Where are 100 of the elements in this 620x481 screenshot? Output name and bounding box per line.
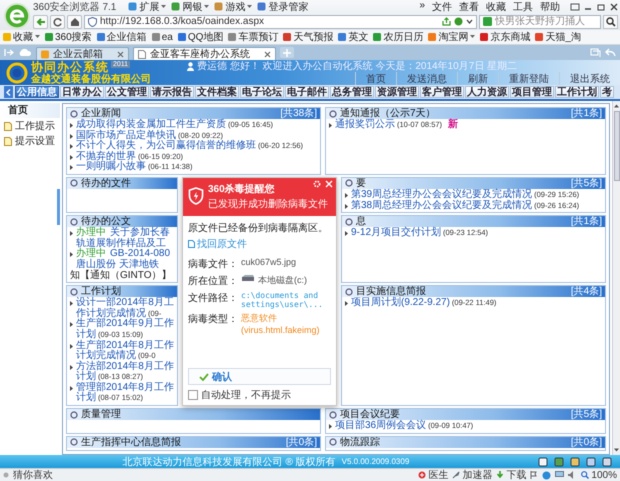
section-icon [329,438,337,446]
section-icon [329,110,337,118]
sidebar-item[interactable]: 提示设置 [0,133,60,148]
home-icon [70,16,80,26]
section-icon [345,288,353,296]
sidebar-toggle-icon[interactable] [4,48,14,57]
nav-tab[interactable]: 电子邮件 [285,86,329,98]
bullet-icon [329,123,332,128]
bookmark-link[interactable]: 京东商城 [480,30,530,44]
status-link[interactable]: 猜你喜欢 [13,468,53,481]
item-count: [共38条] [280,108,317,119]
refresh-button[interactable] [50,14,65,28]
search-button[interactable] [603,14,618,28]
close-icon[interactable] [264,50,271,58]
close-icon[interactable] [117,50,124,58]
bookmark-link[interactable]: 天猫_淘 [535,30,581,44]
nav-tab[interactable]: 考 [600,86,614,98]
maximize-icon[interactable] [595,2,607,12]
scroll-up-icon[interactable] [613,103,620,109]
toolbar-button[interactable]: 游戏 [214,0,252,14]
menu-item[interactable]: 收藏 [486,0,506,14]
nav-tab[interactable]: 电子论坛 [240,86,284,98]
section-icon [70,218,78,226]
checkbox[interactable] [188,390,198,400]
section-icon [329,410,337,419]
nav-tab[interactable]: 公用信息 [15,86,59,98]
search-engine-icon [483,17,492,26]
item-link[interactable]: 办理中 关于参加长春轨道展制作样品及工 [76,228,174,250]
company-name: 金越交通装备股份有限公司 [31,74,151,84]
site-icon [96,33,105,41]
address-field[interactable]: http://192.168.0.3/koa5/oaindex.aspx [100,16,439,28]
bookmark-link[interactable]: 收藏 [3,30,40,44]
item-count: [共5条] [570,409,602,420]
site-icon [228,33,236,41]
bullet-icon [70,123,73,128]
tool-icon [214,2,224,11]
nav-tab[interactable]: 人力资源 [465,86,509,98]
bookmark-link[interactable]: 车票预订 [228,30,278,44]
status-button[interactable]: 加速器 [452,468,492,481]
search-field[interactable]: 快男张天野持刀捅人 [495,16,595,28]
scrollbar[interactable] [612,101,620,455]
bullet-icon [70,301,73,306]
tool-icon [257,2,266,11]
browser-tab[interactable]: 金亚客车座椅办公系统 [133,47,276,60]
back-button[interactable] [33,14,48,28]
bookmark-link[interactable]: 360搜索 [45,30,92,44]
checkbox-label: 自动处理，不再提示 [201,388,291,402]
zoom-button[interactable]: 100% [581,470,617,480]
menu-item[interactable]: 帮助 [540,0,560,14]
bookmark-link[interactable]: 农历日历 [373,30,424,44]
checkmark-icon [199,372,209,381]
scroll-left-button[interactable] [4,86,13,98]
close-icon[interactable] [608,2,620,12]
status-button[interactable]: 下载 [496,468,526,481]
search-bar[interactable]: 快男张天野持刀捅人 [479,14,601,28]
confirm-button[interactable]: 确认 [188,368,331,386]
share-icon[interactable] [442,17,451,26]
home-button[interactable] [67,14,82,28]
nav-tab[interactable]: 客户管理 [420,86,464,98]
bookmark-link[interactable]: 天气预报 [283,30,334,44]
toolbar-button[interactable]: 网银 [171,0,210,14]
menu-item[interactable]: » [419,0,425,14]
field-label: 所在位置： [188,274,238,288]
nav-tab[interactable]: 日常办公 [60,86,104,98]
sidebar-item[interactable]: 工作提示 [0,118,60,133]
bullet-icon [70,144,73,150]
nav-tab[interactable]: 文件档案 [195,86,239,98]
nav-tab[interactable]: 资源管理 [375,86,419,98]
flag-icon[interactable] [530,471,538,479]
bullet-icon [345,204,348,209]
splitter-handle[interactable] [57,189,60,225]
monitor-icon[interactable] [555,471,564,479]
item-count: [共0条] [570,436,602,448]
item-link[interactable]: 办理中 GB-2014-080 唐山股份 天津地铁 [76,249,174,271]
browser-tab[interactable]: 企业云邮箱 [36,47,129,60]
section-icon [70,110,78,118]
bookmark-link[interactable]: 英文 [338,30,368,44]
bookmark-link[interactable]: 企业信箱 [96,30,147,44]
address-bar[interactable]: http://192.168.0.3/koa5/oaindex.aspx [84,14,477,28]
scroll-thumb[interactable] [614,111,620,181]
dropdown-icon[interactable] [466,17,473,26]
menu-item[interactable]: 工具 [513,0,533,14]
menu-item[interactable]: 文件 [432,0,452,14]
bookmark-link[interactable]: QQ地图 [178,30,224,44]
nav-tab[interactable]: 项目管理 [510,86,554,98]
menu-item[interactable]: 查看 [459,0,479,14]
shield-icon [188,187,204,206]
status-button[interactable]: 医生 [418,468,448,481]
nav-tab[interactable]: 总务管理 [330,86,374,98]
nav-tab[interactable]: 公文管理 [105,86,149,98]
scroll-down-icon[interactable] [613,447,620,453]
toolbar-button[interactable]: 扩展 [128,0,166,14]
bookmark-link[interactable]: ea [152,32,173,42]
nav-tab[interactable]: 工作计划 [555,86,599,98]
bookmark-link[interactable]: 淘宝网 [428,30,476,44]
nav-tab[interactable]: 请示报告 [150,86,194,98]
panel-title: 企业新闻 [81,108,121,119]
bullet-icon [70,134,73,139]
toolbar-button[interactable]: 登录管家 [257,0,308,14]
settings-icon[interactable] [313,180,321,188]
